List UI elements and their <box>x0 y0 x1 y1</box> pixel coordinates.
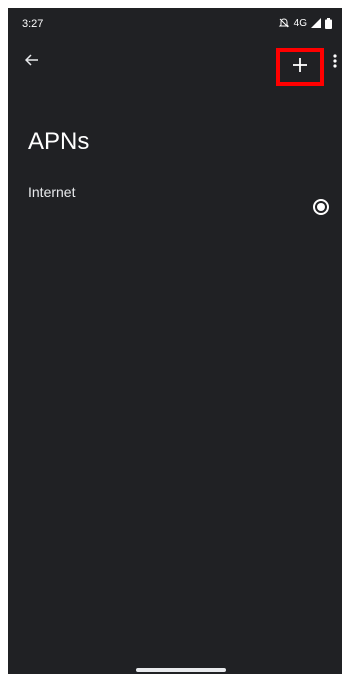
signal-icon <box>311 18 321 28</box>
apn-radio-button[interactable] <box>313 199 329 215</box>
gesture-nav-handle[interactable] <box>136 668 226 672</box>
mute-icon <box>278 17 290 29</box>
apn-name: Internet <box>28 184 76 200</box>
app-bar <box>8 40 342 86</box>
back-button[interactable] <box>20 50 44 74</box>
status-time: 3:27 <box>22 18 44 30</box>
status-bar: 3:27 4G <box>8 8 342 40</box>
add-apn-button[interactable] <box>276 48 324 86</box>
page-title: APNs <box>28 128 90 155</box>
status-icons: 4G <box>278 17 332 29</box>
arrow-back-icon <box>24 53 39 72</box>
battery-icon <box>325 17 332 29</box>
more-vert-icon <box>333 53 337 73</box>
apn-item-internet[interactable]: Internet <box>8 176 342 224</box>
network-type: 4G <box>293 17 307 29</box>
plus-icon <box>292 57 308 78</box>
radio-selected-dot <box>317 203 325 211</box>
more-options-button[interactable] <box>330 52 340 74</box>
apn-settings-screen: 3:27 4G APNs Internet <box>8 8 342 674</box>
